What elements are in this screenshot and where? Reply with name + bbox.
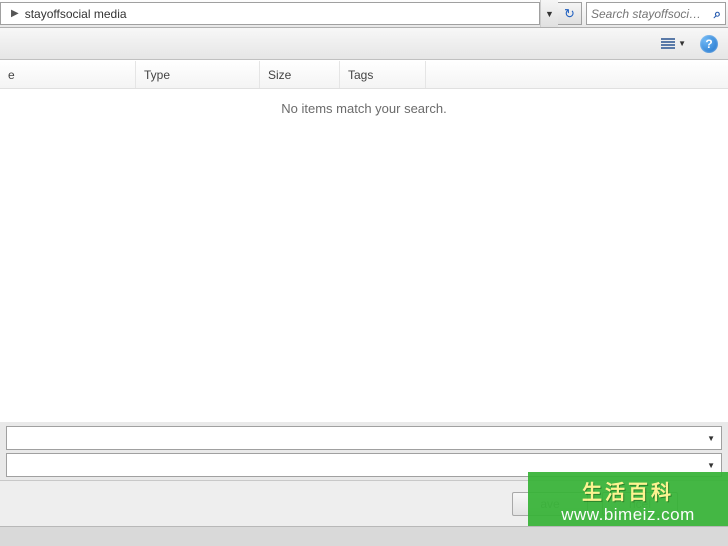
column-header-size[interactable]: Size (260, 61, 340, 88)
watermark: 生活百科 www.bimeiz.com (528, 472, 728, 528)
chevron-down-icon[interactable]: ▼ (707, 434, 715, 443)
help-icon: ? (705, 37, 712, 51)
refresh-icon: ↻ (564, 6, 575, 22)
watermark-title: 生活百科 (582, 476, 674, 505)
address-history-dropdown[interactable]: ▼ (540, 0, 558, 27)
file-list[interactable]: e Type Size Tags No items match your sea… (0, 61, 728, 422)
search-input[interactable] (591, 7, 710, 21)
address-bar: ▶ stayoffsocial media ▼ ↻ ⌕ (0, 0, 728, 28)
filename-field[interactable]: ▼ (6, 426, 722, 450)
breadcrumb[interactable]: ▶ stayoffsocial media (0, 2, 540, 25)
list-view-icon (661, 37, 675, 50)
column-header-name[interactable]: e (0, 61, 136, 88)
refresh-button[interactable]: ↻ (558, 2, 582, 25)
bottom-strip (0, 526, 728, 546)
column-header-type[interactable]: Type (136, 61, 260, 88)
help-button[interactable]: ? (700, 35, 718, 53)
empty-list-message: No items match your search. (0, 89, 728, 116)
watermark-url: www.bimeiz.com (561, 505, 695, 525)
chevron-down-icon: ▼ (678, 39, 686, 48)
breadcrumb-arrow-icon: ▶ (5, 8, 25, 19)
search-icon[interactable]: ⌕ (714, 6, 721, 22)
breadcrumb-folder[interactable]: stayoffsocial media (25, 7, 127, 21)
column-headers: e Type Size Tags (0, 61, 728, 89)
view-options-button[interactable]: ▼ (657, 35, 690, 52)
search-box[interactable]: ⌕ (586, 2, 726, 25)
column-header-empty[interactable] (426, 61, 728, 88)
chevron-down-icon[interactable]: ▼ (707, 461, 715, 470)
column-header-tags[interactable]: Tags (340, 61, 426, 88)
toolbar: ▼ ? (0, 28, 728, 60)
content-area: e Type Size Tags No items match your sea… (0, 60, 728, 422)
